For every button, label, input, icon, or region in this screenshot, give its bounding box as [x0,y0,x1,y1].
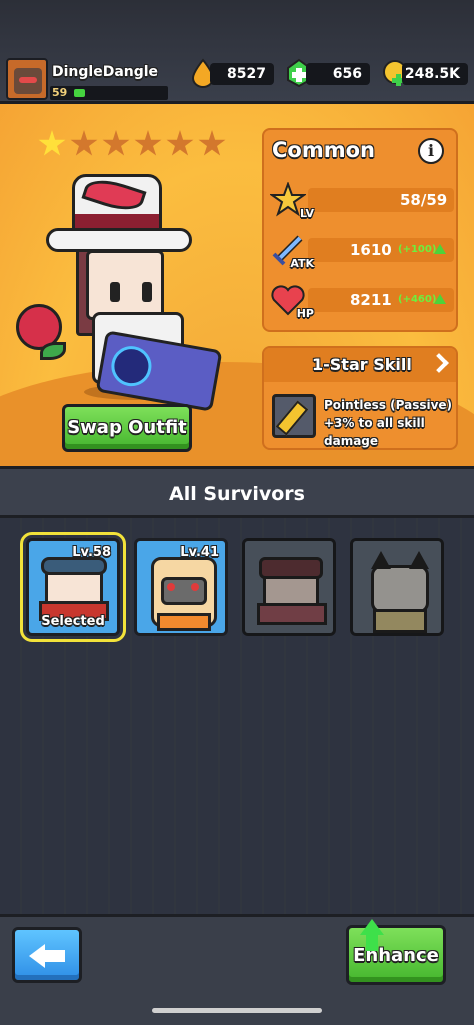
skill-panel[interactable]: 1-Star Skill Pointless (Passive) +3% to … [262,346,458,450]
star-empty-icon [166,130,194,156]
skill-title: 1-Star Skill [312,355,412,374]
stat-hp-row: HP 8211 (+460) [270,282,454,320]
fuel-value: 8527 [227,66,266,82]
upgrade-arrow-icon [434,294,446,304]
back-button[interactable] [12,927,82,983]
top-status-bar: DingleDangle 59 8527 656 248.5K [0,0,474,104]
stat-hp-value: 8211 [350,291,392,309]
swap-outfit-button[interactable]: Swap Outfit [62,404,192,452]
fuel-counter[interactable]: 8527 [210,63,274,85]
right-eye [142,282,152,302]
avatar-face-icon [14,68,42,94]
survivor-status: Selected [41,614,105,629]
survivor-level: Lv.58 [72,545,111,560]
survivor-card[interactable]: Lv.58 Selected [20,532,126,642]
star-empty-icon [70,130,98,156]
upgrade-arrow-shaft [366,933,378,951]
player-xp-fill [74,89,85,97]
survivor-portrait [245,541,333,633]
gems-value: 656 [332,66,362,82]
stat-hp-bonus: (+460) [398,294,437,305]
star-empty-icon [102,130,130,156]
leaf-icon [40,342,66,360]
upgrade-arrow-icon [434,244,446,254]
character-portrait[interactable] [14,162,234,412]
skill-description: Pointless (Passive) +3% to all skill dam… [324,398,453,448]
stat-atk-row: ATK 1610 (+100) [270,232,454,270]
stat-level-value: 58/59 [400,191,448,209]
star-filled-icon [38,130,66,156]
character-panel: Common i LV 58/59 ATK 1610 (+100) HP 821… [0,104,474,466]
survivors-header: All Survivors [0,466,474,518]
heart-icon [271,285,305,316]
skill-sword-icon [272,394,316,438]
chevron-right-icon [429,353,449,373]
survivor-card-locked[interactable] [242,538,336,636]
character-head [86,250,164,320]
stat-level-row: LV 58/59 [270,182,454,220]
survivor-portrait [353,541,441,633]
left-eye [110,282,120,302]
stat-atk-bonus: (+100) [398,244,437,255]
skill-header: 1-Star Skill [264,348,456,382]
player-avatar[interactable] [6,58,48,100]
star-level-icon [270,182,306,217]
stat-atk-value: 1610 [350,241,392,259]
survivor-card-locked[interactable] [350,538,444,636]
player-name: DingleDangle [52,64,159,80]
coins-value: 248.5K [404,66,460,82]
star-rating [38,130,226,158]
hat-brim [46,228,192,252]
back-arrow-shaft [43,950,65,962]
player-level: 59 [52,86,68,99]
home-indicator[interactable] [152,1008,322,1013]
survivor-level: Lv.41 [180,545,219,560]
gems-counter[interactable]: 656 [306,63,370,85]
sword-icon [272,235,303,266]
rarity-label: Common [272,138,375,162]
player-xp-bar [50,86,168,100]
hat-band [75,214,159,228]
survivors-title: All Survivors [169,483,305,505]
info-icon[interactable]: i [418,138,444,164]
star-empty-icon [134,130,162,156]
star-empty-icon [198,130,226,156]
survivor-card[interactable]: Lv.41 [134,538,228,636]
coins-counter[interactable]: 248.5K [402,63,468,85]
stats-panel: Common i LV 58/59 ATK 1610 (+100) HP 821… [262,128,458,332]
